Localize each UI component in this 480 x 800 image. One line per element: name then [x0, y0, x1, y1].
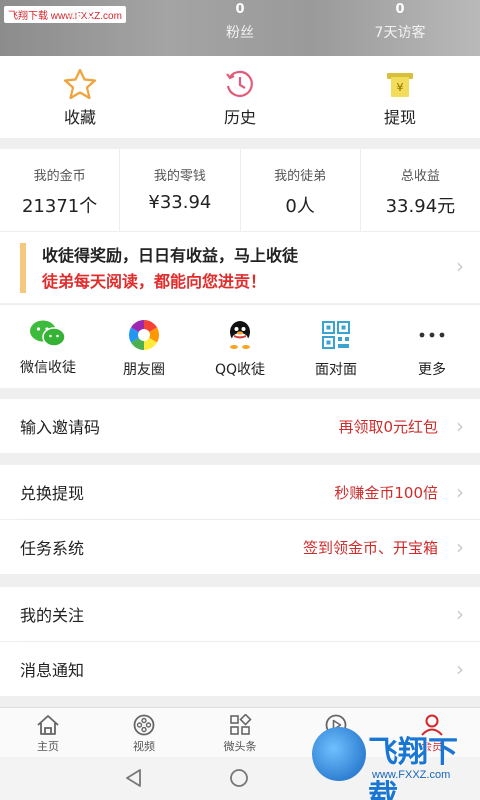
wechat-icon	[30, 320, 66, 347]
watermark-brand: 飞翔下载	[368, 735, 458, 800]
tab-video[interactable]: 视频	[96, 708, 192, 757]
my-following-row[interactable]: 我的关注 ›	[0, 587, 480, 641]
history-label: 历史	[223, 108, 256, 127]
face-to-face-label: 面对面	[315, 362, 357, 378]
chevron-right-icon: ›	[456, 254, 464, 278]
home-button-icon[interactable]	[228, 767, 250, 789]
history-clock-icon	[226, 70, 253, 97]
chevron-right-icon: ›	[456, 480, 464, 504]
more-share-button[interactable]: 更多	[384, 305, 480, 388]
watermark-url: www.FXXZ.com	[372, 769, 451, 781]
tab-video-label: 视频	[133, 740, 155, 753]
total-income-value: 33.94元	[385, 196, 456, 217]
tab-home[interactable]: 主页	[0, 708, 96, 757]
chevron-right-icon: ›	[456, 602, 464, 626]
qq-invite-button[interactable]: QQ收徒	[192, 305, 288, 388]
video-reel-icon	[133, 714, 155, 736]
quick-actions: 收藏 历史 ¥ 提现	[0, 56, 480, 138]
tab-micro-headlines-label: 微头条	[223, 740, 257, 753]
notifications-row[interactable]: 消息通知 ›	[0, 642, 480, 696]
favorites-button[interactable]: 收藏	[0, 56, 160, 138]
wechat-invite-label: 微信收徒	[20, 360, 76, 376]
my-following-label: 我的关注	[20, 606, 85, 625]
total-income-label: 总收益	[400, 169, 440, 184]
task-system-row[interactable]: 任务系统 签到领金币、开宝箱 ›	[0, 520, 480, 574]
withdraw-button[interactable]: ¥ 提现	[320, 56, 480, 138]
wallet-stats: 我的金币 21371个 我的零钱 ¥33.94 我的徒弟 0人 总收益 33.9…	[0, 149, 480, 231]
stat-fans-label: 粉丝	[226, 25, 254, 41]
invite-code-row[interactable]: 输入邀请码 再领取0元红包 ›	[0, 399, 480, 453]
coins-value: 21371个	[21, 196, 98, 217]
moments-label: 朋友圈	[123, 362, 165, 378]
profile-header: 飞翔下载 www.FXXZ.com 关注 0 粉丝 0 7天访客	[0, 0, 480, 56]
coins-label: 我的金币	[33, 169, 86, 184]
promo-accent-bar	[20, 243, 26, 293]
stat-following[interactable]: 关注	[0, 2, 160, 28]
qq-icon	[230, 321, 250, 349]
qq-invite-label: QQ收徒	[214, 362, 266, 378]
favorites-label: 收藏	[63, 108, 96, 127]
moments-icon	[128, 320, 160, 350]
qrcode-icon	[322, 321, 350, 349]
change-value: ¥33.94	[148, 192, 212, 213]
change-stat[interactable]: 我的零钱 ¥33.94	[120, 149, 241, 231]
star-icon	[63, 68, 97, 100]
promo-title: 收徒得奖励，日日有收益，马上收徒	[42, 246, 299, 265]
site-watermark: 飞翔下载 www.FXXZ.com	[312, 715, 472, 800]
stat-fans-count: 0	[235, 2, 245, 17]
invite-code-label: 输入邀请码	[20, 418, 101, 437]
stat-visitors-label: 7天访客	[374, 25, 426, 41]
stat-fans[interactable]: 0 粉丝	[160, 2, 320, 44]
chevron-right-icon: ›	[456, 414, 464, 438]
apprentices-label: 我的徒弟	[274, 169, 327, 184]
watermark-logo-icon	[312, 727, 366, 781]
recruit-promo-banner[interactable]: 收徒得奖励，日日有收益，马上收徒 徒弟每天阅读，都能向您进贡！ ›	[0, 231, 480, 303]
change-label: 我的零钱	[153, 169, 206, 184]
home-icon	[37, 715, 59, 735]
chevron-right-icon: ›	[456, 657, 464, 681]
apprentices-stat[interactable]: 我的徒弟 0人	[241, 149, 361, 231]
promo-subtitle: 徒弟每天阅读，都能向您进贡！	[42, 272, 267, 291]
exchange-withdraw-hint: 秒赚金币100倍	[334, 483, 438, 502]
withdraw-yen-icon: ¥	[387, 73, 413, 97]
withdraw-label: 提现	[383, 108, 416, 127]
wechat-invite-button[interactable]: 微信收徒	[0, 305, 96, 388]
more-label: 更多	[418, 362, 446, 378]
history-button[interactable]: 历史	[160, 56, 320, 138]
invite-code-hint: 再领取0元红包	[338, 417, 438, 436]
stat-visitors-count: 0	[395, 2, 405, 17]
apprentices-value: 0人	[285, 196, 315, 217]
more-dots-icon	[419, 332, 445, 338]
stat-following-label: 关注	[66, 9, 94, 25]
task-system-hint: 签到领金币、开宝箱	[302, 538, 438, 557]
notifications-label: 消息通知	[20, 661, 85, 680]
moments-share-button[interactable]: 朋友圈	[96, 305, 192, 388]
grid-icon	[230, 714, 252, 735]
svg-text:¥: ¥	[397, 81, 404, 94]
task-system-label: 任务系统	[20, 539, 85, 558]
chevron-right-icon: ›	[456, 535, 464, 559]
total-income-stat[interactable]: 总收益 33.94元	[361, 149, 480, 231]
exchange-withdraw-row[interactable]: 兑换提现 秒赚金币100倍 ›	[0, 465, 480, 519]
face-to-face-button[interactable]: 面对面	[288, 305, 384, 388]
tab-home-label: 主页	[37, 740, 59, 753]
back-icon[interactable]	[123, 767, 145, 789]
coins-stat[interactable]: 我的金币 21371个	[0, 149, 121, 231]
share-channels: 微信收徒 朋友圈 QQ收徒 面对面 更多	[0, 304, 480, 388]
tab-micro-headlines[interactable]: 微头条	[192, 708, 288, 757]
stat-visitors[interactable]: 0 7天访客	[320, 2, 480, 44]
exchange-withdraw-label: 兑换提现	[20, 484, 85, 503]
